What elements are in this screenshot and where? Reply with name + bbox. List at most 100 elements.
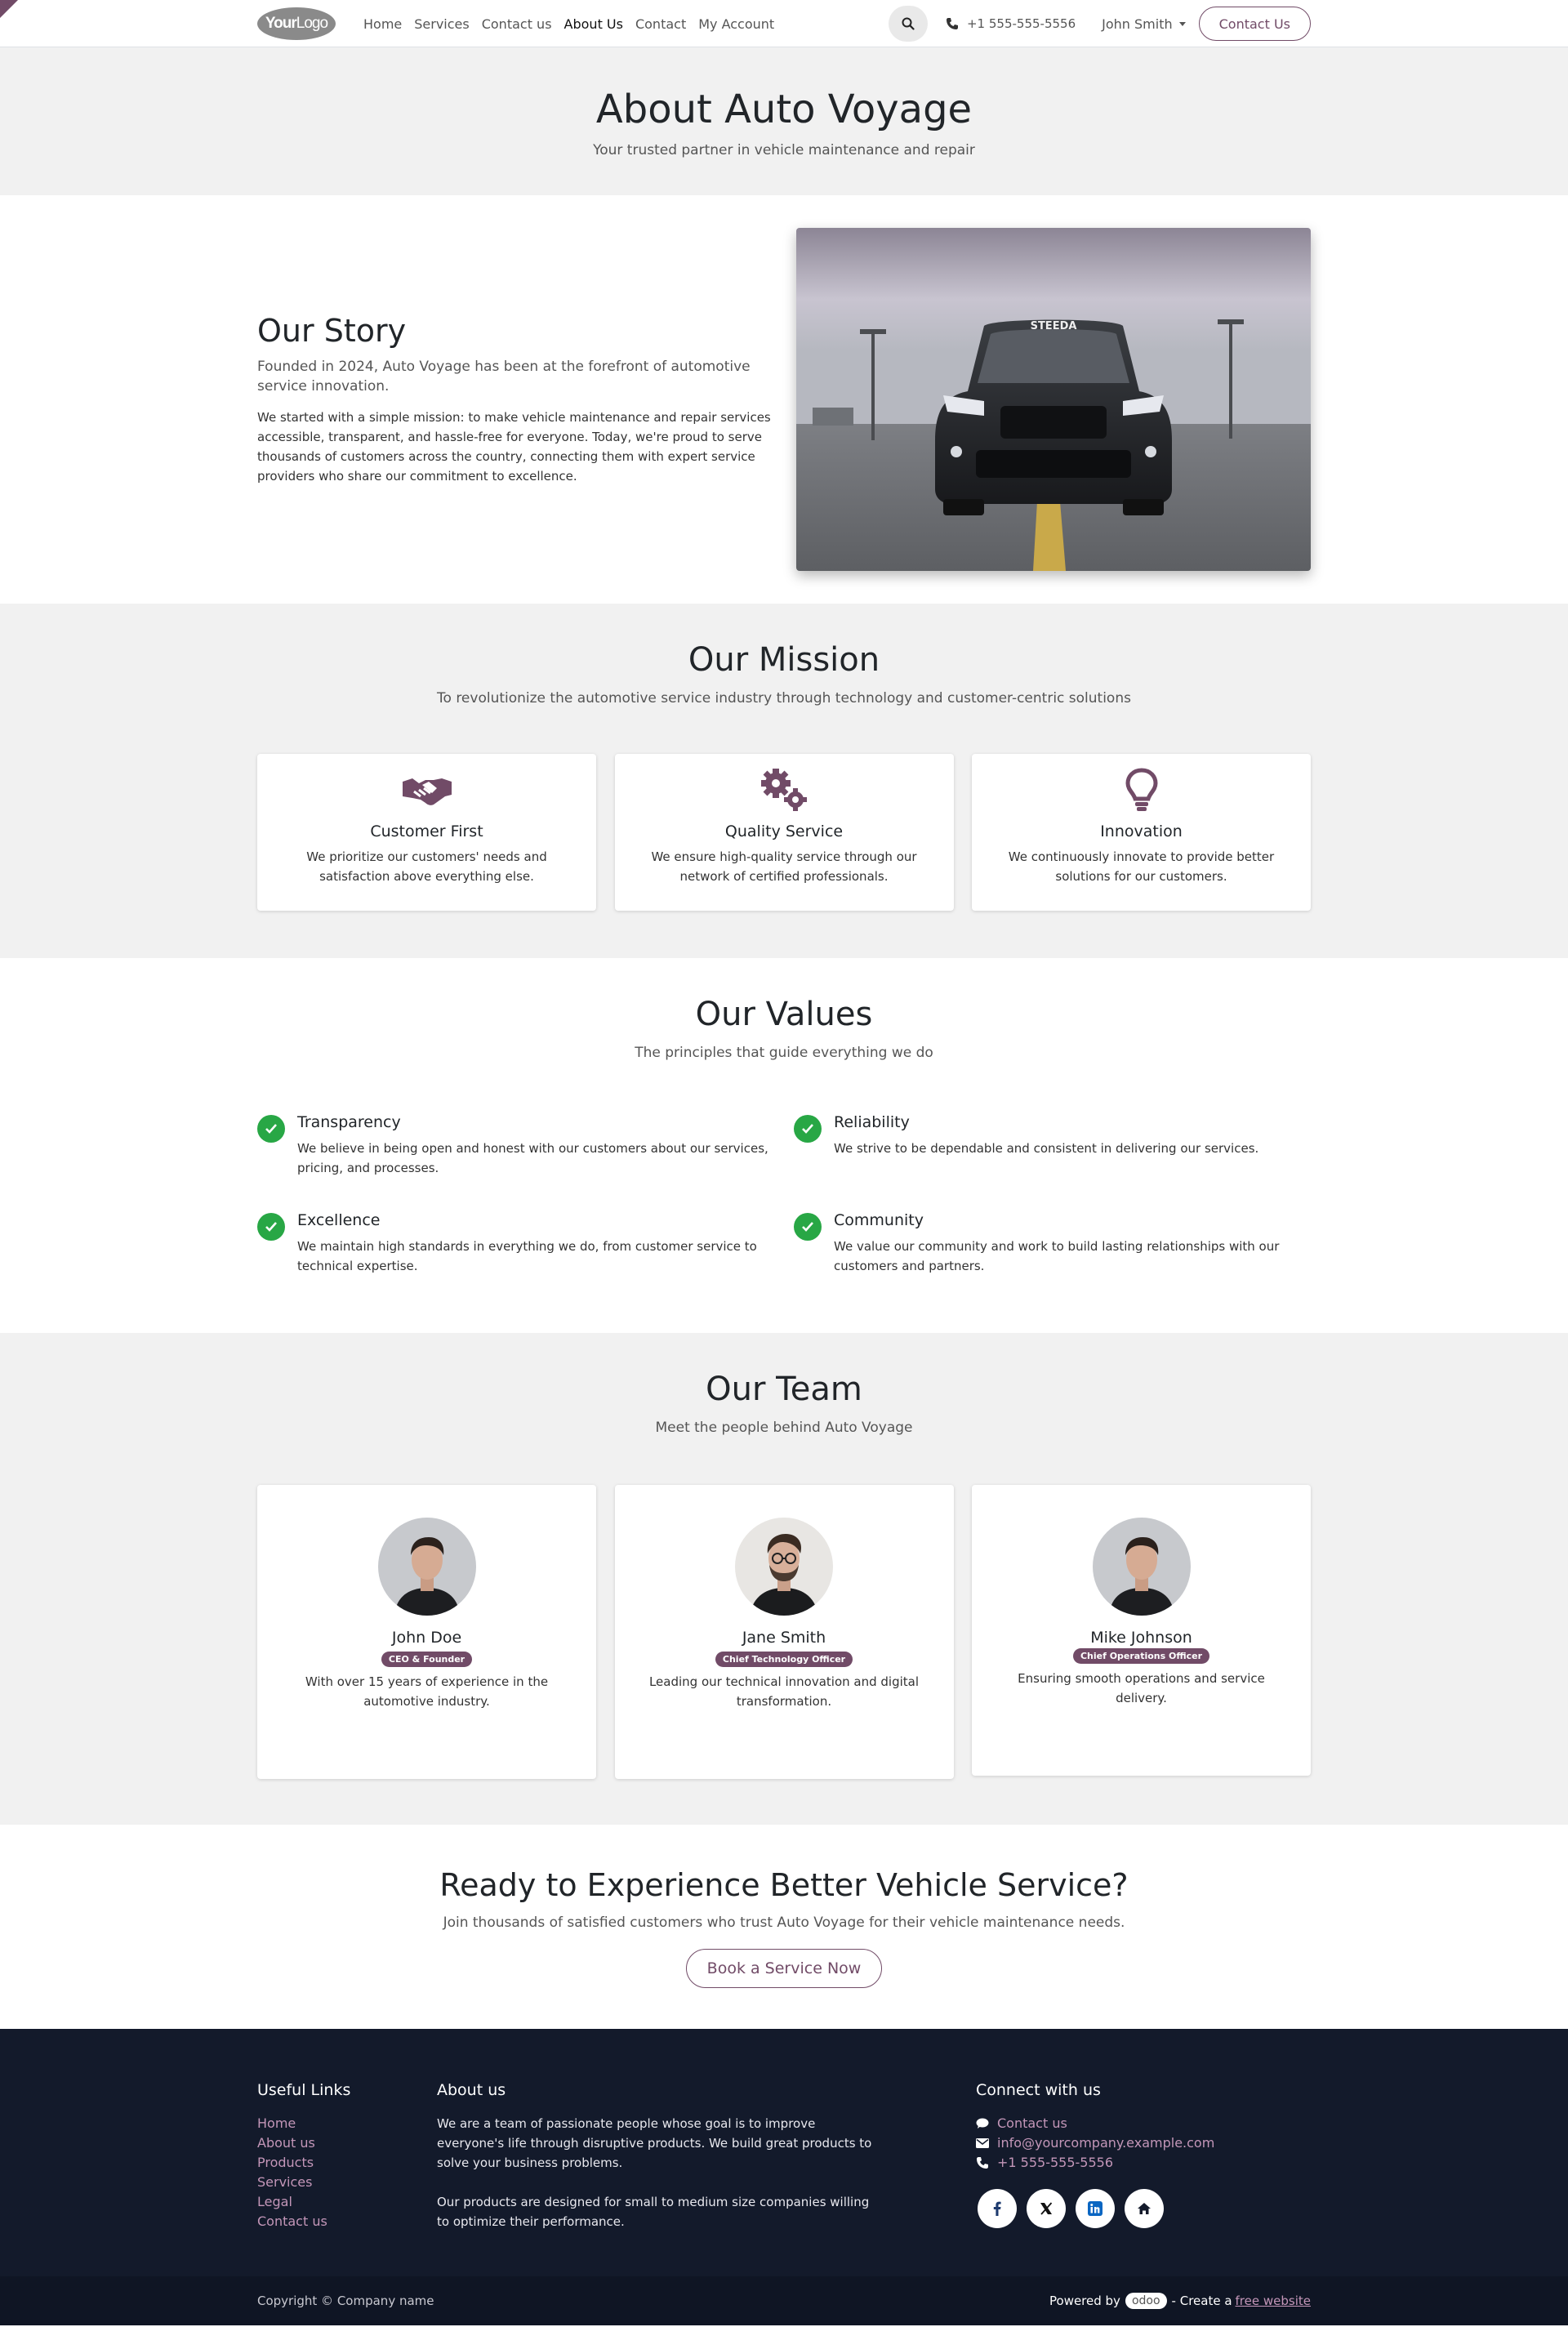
story-section: Our Story Founded in 2024, Auto Voyage h…: [0, 195, 1568, 604]
footer-about-title: About us: [437, 2081, 506, 2099]
avatar: [735, 1518, 833, 1616]
values-section: Our Values The principles that guide eve…: [0, 958, 1568, 1333]
footer-connect: Connect with us Contact us info@yourcomp…: [976, 2081, 1214, 2231]
value-item: Excellence We maintain high standards in …: [257, 1211, 794, 1309]
check-icon: [257, 1213, 285, 1241]
edit-corner-icon[interactable]: [0, 0, 18, 18]
team-card: Mike Johnson Chief Operations Officer En…: [972, 1485, 1311, 1776]
footer-contact-link[interactable]: Contact us: [976, 2114, 1214, 2133]
cta-section: Ready to Experience Better Vehicle Servi…: [0, 1825, 1568, 2029]
team-subtitle: Meet the people behind Auto Voyage: [655, 1420, 913, 1436]
powered-by: Powered by odoo - Create a free website: [1049, 2293, 1311, 2309]
header-phone-text: +1 555-555-5556: [966, 16, 1076, 31]
value-text: We maintain high standards in everything…: [297, 1239, 757, 1273]
mission-subtitle: To revolutionize the automotive service …: [437, 690, 1131, 707]
value-text: We value our community and work to build…: [834, 1239, 1280, 1273]
nav-home[interactable]: Home: [363, 16, 402, 32]
footer-phone-text: +1 555-555-5556: [997, 2155, 1114, 2170]
linkedin-icon[interactable]: [1076, 2189, 1115, 2228]
footer-about: About us We are a team of passionate peo…: [437, 2081, 976, 2231]
footer-about-text: Our products are designed for small to m…: [437, 2195, 870, 2229]
footer-link-products[interactable]: Products: [257, 2153, 437, 2173]
value-title: Reliability: [834, 1113, 910, 1131]
page-title: About Auto Voyage: [595, 87, 973, 132]
logo[interactable]: Your Logo: [257, 7, 336, 40]
nav-about-us[interactable]: About Us: [564, 16, 623, 32]
copyright-bar: Copyright © Company name Powered by odoo…: [0, 2276, 1568, 2325]
check-icon: [794, 1213, 822, 1241]
free-website-link[interactable]: free website: [1236, 2294, 1311, 2308]
team-member-bio: Leading our technical innovation and dig…: [648, 1674, 920, 1709]
story-lead: Founded in 2024, Auto Voyage has been at…: [257, 359, 751, 395]
footer-link-about-us[interactable]: About us: [257, 2133, 437, 2153]
mission-card-title: Customer First: [370, 822, 483, 840]
footer-contact-text: Contact us: [997, 2115, 1067, 2131]
role-badge: CEO & Founder: [381, 1652, 473, 1667]
mission-section: Our Mission To revolutionize the automot…: [0, 604, 1568, 958]
user-menu[interactable]: John Smith: [1102, 16, 1186, 32]
mission-card-title: Innovation: [1100, 822, 1183, 840]
nav-contact-us[interactable]: Contact us: [482, 16, 552, 32]
mission-title: Our Mission: [688, 641, 880, 679]
check-icon: [794, 1115, 822, 1143]
value-item: Transparency We believe in being open and…: [257, 1113, 794, 1211]
search-button[interactable]: [888, 6, 928, 42]
team-title: Our Team: [706, 1371, 862, 1408]
site-footer: Useful Links Home About us Products Serv…: [0, 2029, 1568, 2276]
check-icon: [257, 1115, 285, 1143]
cta-subtitle: Join thousands of satisfied customers wh…: [443, 1915, 1125, 1931]
footer-links: Useful Links Home About us Products Serv…: [257, 2081, 437, 2231]
nav-my-account[interactable]: My Account: [698, 16, 774, 32]
footer-link-legal[interactable]: Legal: [257, 2192, 437, 2212]
chevron-down-icon: [1178, 21, 1186, 26]
team-card: John Doe CEO & Founder With over 15 year…: [257, 1485, 596, 1779]
footer-about-text: We are a team of passionate people whose…: [437, 2116, 872, 2170]
team-member-bio: Ensuring smooth operations and service d…: [1018, 1671, 1265, 1705]
header-contact-button[interactable]: Contact Us: [1198, 7, 1311, 41]
phone-icon: [977, 2157, 988, 2169]
copyright-text: Copyright © Company name: [257, 2294, 434, 2308]
page-subtitle: Your trusted partner in vehicle maintena…: [593, 142, 975, 158]
value-title: Community: [834, 1211, 924, 1229]
powered-by-label: Powered by: [1049, 2294, 1120, 2308]
value-text: We believe in being open and honest with…: [297, 1141, 768, 1175]
mission-card-text: We continuously innovate to provide bett…: [1008, 849, 1275, 884]
team-section: Our Team Meet the people behind Auto Voy…: [0, 1333, 1568, 1825]
gears-icon: [761, 769, 807, 811]
mission-card: Innovation We continuously innovate to p…: [972, 754, 1311, 911]
main-nav: Home Services Contact us About Us Contac…: [363, 16, 786, 32]
footer-link-home[interactable]: Home: [257, 2114, 437, 2133]
value-item: Community We value our community and work…: [794, 1211, 1311, 1309]
footer-link-contact-us[interactable]: Contact us: [257, 2212, 437, 2231]
site-header: Your Logo Home Services Contact us About …: [0, 0, 1568, 47]
handshake-icon: [402, 778, 452, 805]
book-service-button[interactable]: Book a Service Now: [686, 1949, 882, 1988]
story-body: We started with a simple mission: to mak…: [257, 410, 771, 484]
home-icon[interactable]: [1125, 2189, 1164, 2228]
cta-title: Ready to Experience Better Vehicle Servi…: [439, 1867, 1129, 1903]
nav-contact[interactable]: Contact: [635, 16, 686, 32]
footer-phone-link[interactable]: +1 555-555-5556: [976, 2153, 1214, 2173]
x-icon[interactable]: [1027, 2189, 1066, 2228]
social-links: [976, 2189, 1214, 2228]
footer-connect-title: Connect with us: [976, 2081, 1101, 2099]
facebook-icon[interactable]: [978, 2189, 1017, 2228]
user-name: John Smith: [1102, 16, 1173, 32]
footer-email-text: info@yourcompany.example.com: [997, 2135, 1215, 2151]
windshield-banner: STEEDA: [1031, 320, 1077, 332]
header-phone[interactable]: +1 555-555-5556: [946, 16, 1076, 31]
avatar: [377, 1518, 476, 1616]
nav-services[interactable]: Services: [414, 16, 469, 32]
chat-bubble-icon: [976, 2118, 989, 2129]
search-icon: [902, 17, 915, 30]
lightbulb-icon: [1125, 768, 1158, 811]
phone-icon: [946, 18, 958, 29]
create-a-label: - Create a: [1171, 2294, 1232, 2308]
footer-email-link[interactable]: info@yourcompany.example.com: [976, 2133, 1214, 2153]
footer-links-title: Useful Links: [257, 2081, 351, 2099]
mission-card-text: We ensure high-quality service through o…: [651, 849, 917, 884]
mission-card-title: Quality Service: [724, 822, 844, 840]
value-title: Excellence: [297, 1211, 381, 1229]
odoo-logo[interactable]: odoo: [1125, 2293, 1167, 2309]
footer-link-services[interactable]: Services: [257, 2173, 437, 2192]
